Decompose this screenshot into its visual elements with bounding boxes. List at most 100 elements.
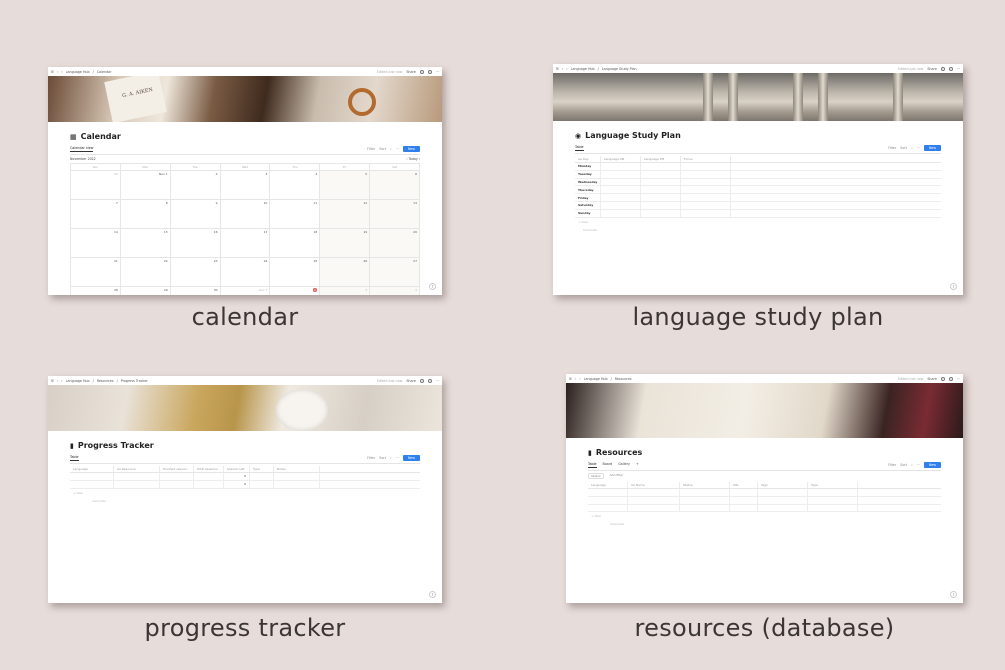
tab-table[interactable]: Table xyxy=(588,462,597,468)
column-header[interactable]: Focus xyxy=(681,156,731,162)
breadcrumb-item[interactable]: Language Hub xyxy=(584,377,608,381)
filter-button[interactable]: Filter xyxy=(888,463,896,467)
breadcrumb-item[interactable]: Language Study Plan xyxy=(602,67,637,71)
table-row[interactable]: 0 xyxy=(70,480,420,489)
calendar-day[interactable]: 9 xyxy=(170,200,221,229)
calendar-day[interactable]: 6 xyxy=(370,171,420,200)
next-month-icon[interactable]: › xyxy=(419,157,420,161)
table-row[interactable]: Monday xyxy=(575,163,941,171)
calendar-day[interactable]: 16 xyxy=(170,229,221,258)
calendar-day[interactable]: 4 xyxy=(370,287,420,295)
favorite-icon[interactable] xyxy=(427,378,432,383)
column-header[interactable]: Aa Day xyxy=(575,156,601,162)
calendar-day[interactable]: Dec 1 xyxy=(221,287,271,295)
filter-button[interactable]: Filter xyxy=(888,146,896,150)
calendar-day[interactable]: 25 xyxy=(270,258,321,287)
column-header[interactable]: Status xyxy=(680,482,730,488)
more-icon[interactable]: ··· xyxy=(917,463,920,467)
sort-button[interactable]: Sort xyxy=(379,456,386,460)
more-icon[interactable]: ··· xyxy=(396,456,399,460)
sort-button[interactable]: Sort xyxy=(379,147,386,151)
new-row-button[interactable]: + New xyxy=(575,218,941,226)
column-header[interactable]: Type xyxy=(250,466,274,472)
share-button[interactable]: Share xyxy=(927,377,937,381)
forward-icon[interactable]: › xyxy=(579,377,580,381)
calendar-day[interactable]: 8 xyxy=(120,200,171,229)
breadcrumb-item[interactable]: Language Hub xyxy=(571,67,595,71)
table-row[interactable]: Saturday xyxy=(575,201,941,210)
comments-icon[interactable] xyxy=(940,376,945,381)
column-header[interactable]: Finished session xyxy=(160,466,194,472)
menu-icon[interactable]: ☰ xyxy=(51,379,54,383)
column-header[interactable]: Total sessions xyxy=(194,466,224,472)
calendar-day-today[interactable]: 2 xyxy=(270,287,321,295)
help-icon[interactable]: ? xyxy=(950,591,957,598)
help-icon[interactable]: ? xyxy=(950,283,957,290)
forward-icon[interactable]: › xyxy=(61,379,62,383)
favorite-icon[interactable] xyxy=(948,66,953,71)
share-button[interactable]: Share xyxy=(406,379,416,383)
comments-icon[interactable] xyxy=(419,378,424,383)
calendar-day[interactable]: 12 xyxy=(320,200,371,229)
table-row[interactable]: Friday xyxy=(575,194,941,202)
calendar-day[interactable]: 19 xyxy=(320,229,371,258)
breadcrumb-item[interactable]: Resources xyxy=(615,377,632,381)
table-row[interactable]: Tuesday xyxy=(575,170,941,179)
calendar-day[interactable]: 7 xyxy=(71,200,121,229)
back-icon[interactable]: ‹ xyxy=(562,67,563,71)
calendar-day[interactable]: 27 xyxy=(370,258,420,287)
table-row[interactable]: Thursday xyxy=(575,186,941,195)
column-header[interactable]: Type xyxy=(808,482,858,488)
calendar-day[interactable]: 4 xyxy=(270,171,321,200)
more-icon[interactable]: ··· xyxy=(957,377,960,381)
column-header[interactable]: Session left xyxy=(224,466,250,472)
column-header[interactable]: Notes xyxy=(274,466,320,472)
calendar-day[interactable]: 14 xyxy=(71,229,121,258)
favorite-icon[interactable] xyxy=(948,376,953,381)
column-header[interactable]: Language xyxy=(588,482,628,488)
table-row[interactable] xyxy=(588,489,941,497)
calendar-day[interactable]: 21 xyxy=(71,258,121,287)
tab-calendar-view[interactable]: Calendar view xyxy=(70,146,94,152)
status-filter-chip[interactable]: Status xyxy=(588,473,604,479)
breadcrumb-item[interactable]: Resources xyxy=(97,379,114,383)
column-header[interactable]: Aa Name xyxy=(628,482,680,488)
calendar-day[interactable]: 5 xyxy=(320,171,371,200)
search-icon[interactable]: ⌕ xyxy=(911,463,913,467)
column-header[interactable]: Aa Resource xyxy=(114,466,160,472)
forward-icon[interactable]: › xyxy=(566,67,567,71)
more-icon[interactable]: ··· xyxy=(957,67,960,71)
calendar-day[interactable]: 23 xyxy=(170,258,221,287)
breadcrumb-item[interactable]: Language Hub xyxy=(66,70,90,74)
new-button[interactable]: New xyxy=(924,145,941,151)
tab-table[interactable]: Table xyxy=(575,145,584,151)
column-header[interactable]: Tags xyxy=(758,482,808,488)
calendar-day[interactable]: 30 xyxy=(71,171,121,200)
tab-board[interactable]: Board xyxy=(603,462,613,468)
filter-button[interactable]: Filter xyxy=(367,456,375,460)
calendar-day[interactable]: Nov 1 xyxy=(120,171,171,200)
column-header[interactable]: Language AM xyxy=(601,156,641,162)
calendar-day[interactable]: 20 xyxy=(370,229,420,258)
calendar-day[interactable]: 11 xyxy=(270,200,321,229)
table-row[interactable]: Sunday xyxy=(575,209,941,218)
more-icon[interactable]: ··· xyxy=(436,70,439,74)
share-button[interactable]: Share xyxy=(406,70,416,74)
breadcrumb-item[interactable]: Progress Tracker xyxy=(121,379,148,383)
sort-button[interactable]: Sort xyxy=(900,146,907,150)
table-row[interactable] xyxy=(588,496,941,505)
new-button[interactable]: New xyxy=(403,146,420,152)
calendar-day[interactable]: 22 xyxy=(120,258,171,287)
column-header[interactable]: URL xyxy=(730,482,758,488)
calendar-day[interactable]: 18 xyxy=(270,229,321,258)
share-button[interactable]: Share xyxy=(927,67,937,71)
calculate-button[interactable]: Calculate xyxy=(575,226,941,234)
table-row[interactable]: 0 xyxy=(70,473,420,481)
new-button[interactable]: New xyxy=(403,455,420,461)
new-row-button[interactable]: + New xyxy=(70,489,420,497)
calendar-day[interactable]: 26 xyxy=(320,258,371,287)
menu-icon[interactable]: ☰ xyxy=(569,377,572,381)
back-icon[interactable]: ‹ xyxy=(575,377,576,381)
help-icon[interactable]: ? xyxy=(429,283,436,290)
calculate-button[interactable]: Calculate xyxy=(70,497,420,505)
